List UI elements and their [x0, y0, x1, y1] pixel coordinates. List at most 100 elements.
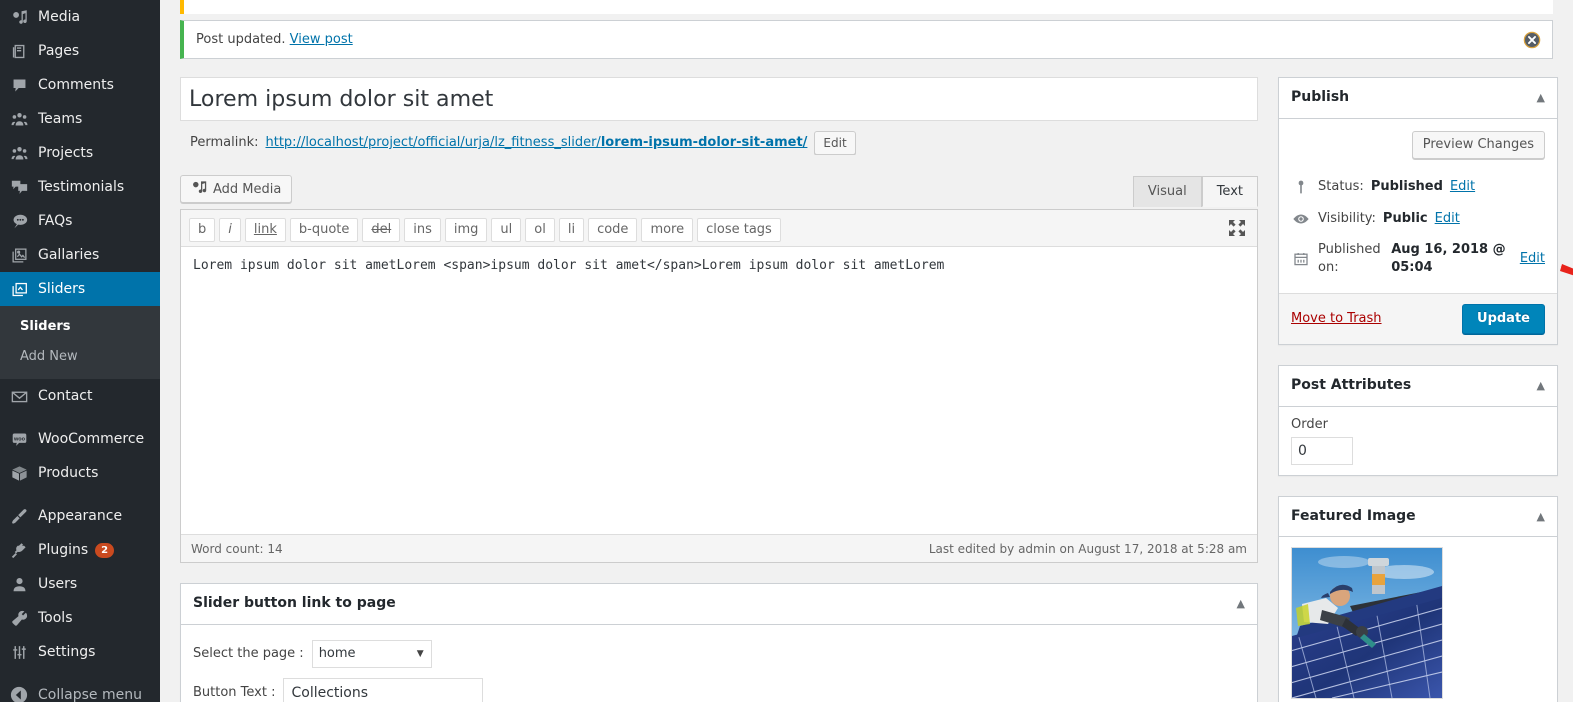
fullscreen-icon[interactable] [1227, 218, 1247, 238]
featured-image-metabox: Featured Image ▲ [1278, 495, 1558, 702]
caret-down-icon: ▼ [416, 648, 424, 659]
sliders-icon [9, 279, 29, 299]
slider-button-header[interactable]: Slider button link to page ▲ [181, 584, 1257, 625]
post-editor-layout: Permalink: http://localhost/project/offi… [180, 77, 1558, 702]
sidebar-item-label: Products [38, 465, 99, 481]
quicktag-b-quote[interactable]: b-quote [289, 218, 359, 242]
menu-order-input[interactable] [1291, 436, 1353, 465]
post-attributes-header[interactable]: Post Attributes ▲ [1279, 366, 1557, 407]
permalink-prefix: http://localhost/project/official/urja/l… [265, 135, 601, 150]
menu-spacer [0, 669, 160, 678]
sidebar-item-comments[interactable]: Comments [0, 68, 160, 102]
sidebar-item-plugins[interactable]: Plugins 2 [0, 533, 160, 567]
add-media-icon [191, 179, 207, 199]
button-text-input[interactable] [283, 677, 484, 702]
quicktag-del[interactable]: del [362, 218, 401, 242]
sidebar-item-label: Contact [38, 388, 93, 404]
editor-status-bar: Word count: 14 Last edited by admin on A… [181, 534, 1257, 562]
chevron-up-icon[interactable]: ▲ [1237, 598, 1245, 609]
publish-title: Publish [1291, 89, 1350, 105]
sidebar-item-label: Media [38, 9, 81, 25]
quicktag-ins[interactable]: ins [404, 218, 441, 242]
tools-wrench-icon [9, 608, 29, 628]
chevron-up-icon[interactable]: ▲ [1537, 380, 1545, 391]
post-body-content: Permalink: http://localhost/project/offi… [180, 77, 1258, 702]
chevron-up-icon[interactable]: ▲ [1537, 92, 1545, 103]
sidebar-item-tools[interactable]: Tools [0, 601, 160, 635]
add-media-label: Add Media [213, 181, 282, 197]
post-title-input[interactable] [180, 77, 1258, 121]
published-on-label: Published on: [1318, 241, 1381, 275]
sidebar-item-users[interactable]: Users [0, 567, 160, 601]
published-on-row: Published on: Aug 16, 2018 @ 05:04 Edit [1291, 235, 1545, 283]
update-button[interactable]: Update [1462, 303, 1545, 334]
sidebar-item-appearance[interactable]: Appearance [0, 499, 160, 533]
post-attributes-title: Post Attributes [1291, 376, 1412, 393]
quicktag-ul[interactable]: ul [491, 218, 522, 242]
quicktag-img[interactable]: img [444, 218, 488, 242]
status-edit-link[interactable]: Edit [1450, 178, 1475, 196]
warning-notice-truncated [180, 0, 1553, 14]
appearance-brush-icon [9, 506, 29, 526]
status-row: Status: Published Edit [1291, 171, 1545, 203]
sidebar-item-sliders[interactable]: Sliders [0, 272, 160, 306]
editor-tab-visual[interactable]: Visual [1132, 176, 1202, 207]
sidebar-item-label: Plugins [38, 542, 89, 558]
permalink-link[interactable]: http://localhost/project/official/urja/l… [266, 135, 808, 150]
plugins-plug-icon [9, 540, 29, 560]
sidebar-item-teams[interactable]: Teams [0, 102, 160, 136]
quicktag-ol[interactable]: ol [525, 218, 555, 242]
edit-permalink-button[interactable]: Edit [814, 130, 856, 155]
post-attributes-metabox: Post Attributes ▲ Order [1278, 364, 1558, 476]
quicktag-li[interactable]: li [558, 218, 585, 242]
publish-header[interactable]: Publish ▲ [1279, 78, 1557, 119]
quicktag-code[interactable]: code [588, 218, 638, 242]
quicktag-i[interactable]: i [219, 218, 241, 242]
add-media-button[interactable]: Add Media [180, 175, 293, 203]
post-content-textarea[interactable]: Lorem ipsum dolor sit ametLorem <span>ip… [181, 246, 1257, 534]
move-to-trash-link[interactable]: Move to Trash [1291, 311, 1382, 326]
preview-changes-button[interactable]: Preview Changes [1411, 130, 1545, 159]
publish-body: Preview Changes Status: Published Edit V… [1279, 119, 1557, 344]
quicktag-link[interactable]: link [244, 218, 286, 242]
post-attributes-body: Order [1279, 407, 1557, 475]
chevron-up-icon[interactable]: ▲ [1537, 511, 1545, 522]
wp-body: Post updated. View post Permalin [160, 0, 1573, 702]
view-post-link[interactable]: View post [290, 32, 353, 47]
quicktag-more[interactable]: more [641, 218, 694, 242]
quicktag-close-tags[interactable]: close tags [697, 218, 781, 242]
sidebar-item-pages[interactable]: Pages [0, 34, 160, 68]
dismiss-circle-icon[interactable] [1522, 30, 1542, 50]
sidebar-item-faqs[interactable]: FAQs [0, 204, 160, 238]
select-page-dropdown[interactable]: home ▼ [311, 639, 432, 668]
sidebar-item-label: Projects [38, 145, 94, 161]
sidebar-item-label: Testimonials [38, 179, 125, 195]
collapse-menu-button[interactable]: Collapse menu [0, 678, 160, 702]
sidebar-item-projects[interactable]: Projects [0, 136, 160, 170]
quicktag-b[interactable]: b [189, 218, 216, 242]
submenu-item-add-new[interactable]: Add New [0, 342, 160, 372]
featured-image-header[interactable]: Featured Image ▲ [1279, 497, 1557, 538]
sidebar-item-label: Pages [38, 43, 80, 59]
button-text-row: Button Text : [193, 673, 1245, 702]
published-on-edit-link[interactable]: Edit [1520, 250, 1545, 268]
featured-image-thumbnail[interactable] [1291, 547, 1443, 700]
sliders-submenu: Sliders Add New [0, 306, 160, 379]
sidebar-item-gallaries[interactable]: Gallaries [0, 238, 160, 272]
sidebar-item-settings[interactable]: Settings [0, 635, 160, 669]
sidebar-item-label: Appearance [38, 508, 123, 524]
sidebar-item-contact[interactable]: Contact [0, 379, 160, 413]
editor-tab-text[interactable]: Text [1201, 176, 1258, 207]
submenu-item-sliders[interactable]: Sliders [0, 312, 160, 342]
sidebar-metaboxes: Publish ▲ Preview Changes Status: Publis… [1278, 77, 1558, 702]
sidebar-item-label: WooCommerce [38, 431, 145, 447]
slider-button-body: Select the page : home ▼ Button Text : [181, 625, 1257, 702]
sidebar-item-products[interactable]: Products [0, 456, 160, 490]
sidebar-item-label: Settings [38, 644, 96, 660]
sidebar-item-testimonials[interactable]: Testimonials [0, 170, 160, 204]
sidebar-item-media[interactable]: Media [0, 0, 160, 34]
pages-icon [9, 41, 29, 61]
visibility-edit-link[interactable]: Edit [1435, 210, 1460, 228]
visibility-row: Visibility: Public Edit [1291, 203, 1545, 235]
sidebar-item-woocommerce[interactable]: woo WooCommerce [0, 422, 160, 456]
